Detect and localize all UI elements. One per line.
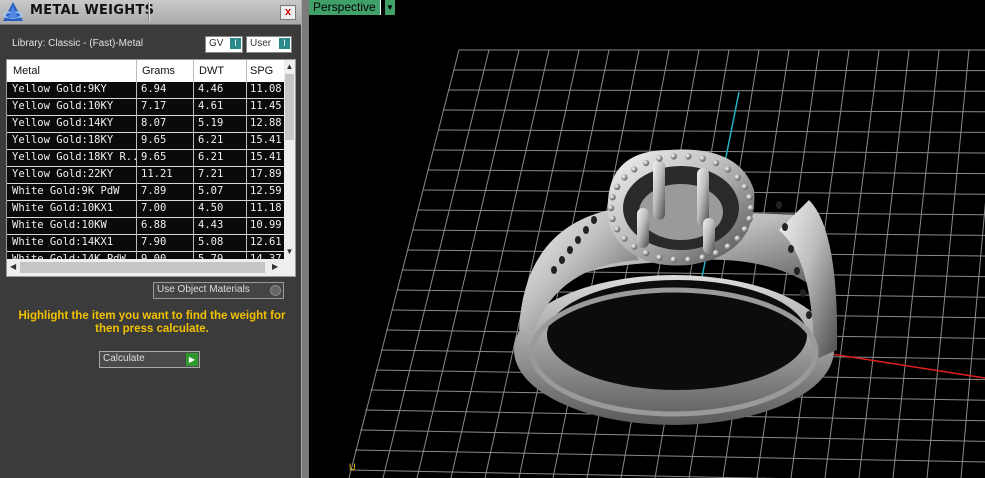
scroll-thumb[interactable]: [20, 262, 265, 273]
table-cell: 9.65: [141, 134, 167, 146]
table-header: Metal Grams DWT SPG: [7, 60, 284, 82]
header-grams[interactable]: Grams: [142, 65, 175, 77]
titlebar-divider: [148, 2, 150, 22]
table-cell: 7.00: [141, 202, 167, 214]
calculate-label: Calculate: [103, 353, 145, 364]
table-cell: 5.07: [198, 185, 224, 197]
table-cell: 7.17: [141, 100, 167, 112]
table-cell: 5.08: [198, 236, 224, 248]
toggle-indicator-icon: I: [230, 38, 241, 49]
matrix-logo-icon: [3, 2, 23, 21]
table-cell: 8.07: [141, 117, 167, 129]
gv-toggle[interactable]: GV I: [205, 36, 243, 53]
scroll-up-icon[interactable]: ▲: [284, 61, 295, 73]
table-row[interactable]: Yellow Gold:14KY 8.07 5.19 12.88: [7, 116, 284, 133]
library-label: Library: Classic - (Fast)-Metal: [12, 38, 144, 49]
table-cell: Yellow Gold:22KY: [12, 168, 114, 180]
axis-indicator-label: U: [349, 462, 356, 472]
table-row[interactable]: Yellow Gold:10KY 7.17 4.61 11.45: [7, 99, 284, 116]
table-cell: White Gold:14KX1: [12, 236, 114, 248]
table-row[interactable]: Yellow Gold:18KY 9.65 6.21 15.41: [7, 133, 284, 150]
close-button[interactable]: x: [280, 5, 296, 20]
table-cell: Yellow Gold:18KY R...: [12, 151, 136, 163]
scroll-down-icon[interactable]: ▼: [284, 246, 295, 258]
metal-weights-panel: METAL WEIGHTS x Library: Classic - (Fast…: [0, 0, 301, 478]
table-cell: 4.61: [198, 100, 224, 112]
use-object-materials-label: Use Object Materials: [157, 284, 250, 295]
calculate-button[interactable]: Calculate ▶: [99, 351, 200, 368]
table-row[interactable]: White Gold:10KX1 7.00 4.50 11.18: [7, 201, 284, 218]
column-divider: [246, 60, 247, 276]
panel-title: METAL WEIGHTS: [30, 3, 155, 18]
table-row[interactable]: White Gold:14KX1 7.90 5.08 12.61: [7, 235, 284, 252]
toggle-indicator-icon: I: [279, 38, 290, 49]
table-row[interactable]: Yellow Gold:9KY 6.94 4.46 11.08: [7, 82, 284, 99]
table-cell: White Gold:10KW: [12, 219, 107, 231]
use-object-materials-toggle[interactable]: Use Object Materials: [153, 282, 284, 299]
instruction-text: Highlight the item you want to find the …: [18, 310, 286, 335]
table-cell: 7.21: [198, 168, 224, 180]
header-dwt[interactable]: DWT: [199, 65, 224, 77]
user-toggle-label: User: [250, 38, 272, 49]
scroll-left-icon[interactable]: ◀: [10, 262, 16, 271]
table-cell: Yellow Gold:9KY: [12, 83, 107, 95]
scroll-right-icon[interactable]: ▶: [272, 262, 278, 271]
table-row[interactable]: White Gold:10KW 6.88 4.43 10.99: [7, 218, 284, 235]
table-cell: 5.19: [198, 117, 224, 129]
table-cell: 6.88: [141, 219, 167, 231]
table-row[interactable]: White Gold:9K PdW 7.89 5.07 12.59: [7, 184, 284, 201]
table-cell: Yellow Gold:14KY: [12, 117, 114, 129]
radio-indicator-icon: [270, 285, 281, 296]
table-cell: 11.21: [141, 168, 173, 180]
table-cell: 6.21: [198, 134, 224, 146]
metal-table: Metal Grams DWT SPG Yellow Gold:9KY 6.94 4…: [6, 59, 296, 277]
ring-model[interactable]: [309, 0, 985, 478]
table-cell: 7.90: [141, 236, 167, 248]
header-spg[interactable]: SPG: [250, 65, 273, 77]
table-cell: 4.50: [198, 202, 224, 214]
table-cell: 4.43: [198, 219, 224, 231]
column-divider: [136, 60, 137, 276]
user-toggle[interactable]: User I: [246, 36, 292, 53]
table-body: Yellow Gold:9KY 6.94 4.46 11.08 Yellow Gold:…: [7, 82, 284, 269]
table-cell: Yellow Gold:18KY: [12, 134, 114, 146]
table-cell: White Gold:10KX1: [12, 202, 114, 214]
table-cell: White Gold:9K PdW: [12, 185, 120, 197]
column-divider: [193, 60, 194, 276]
table-cell: 6.21: [198, 151, 224, 163]
view-mode-label[interactable]: Perspective: [309, 0, 381, 15]
horizontal-scrollbar[interactable]: ◀ ▶: [7, 259, 295, 276]
view-dropdown-icon[interactable]: ▼: [385, 0, 395, 15]
scroll-thumb[interactable]: [285, 74, 294, 140]
vertical-scrollbar[interactable]: ▲ ▼: [284, 60, 295, 259]
panel-titlebar: METAL WEIGHTS x: [0, 0, 301, 25]
table-cell: 6.94: [141, 83, 167, 95]
table-cell: Yellow Gold:10KY: [12, 100, 114, 112]
table-cell: 4.46: [198, 83, 224, 95]
gv-toggle-label: GV: [209, 38, 224, 49]
table-row[interactable]: Yellow Gold:22KY 11.21 7.21 17.89: [7, 167, 284, 184]
table-row[interactable]: Yellow Gold:18KY R... 9.65 6.21 15.41: [7, 150, 284, 167]
table-cell: 9.65: [141, 151, 167, 163]
3d-viewport[interactable]: Perspective ▼ U: [309, 0, 985, 478]
table-cell: 7.89: [141, 185, 167, 197]
header-metal[interactable]: Metal: [13, 65, 40, 77]
play-arrow-icon: ▶: [186, 353, 198, 366]
